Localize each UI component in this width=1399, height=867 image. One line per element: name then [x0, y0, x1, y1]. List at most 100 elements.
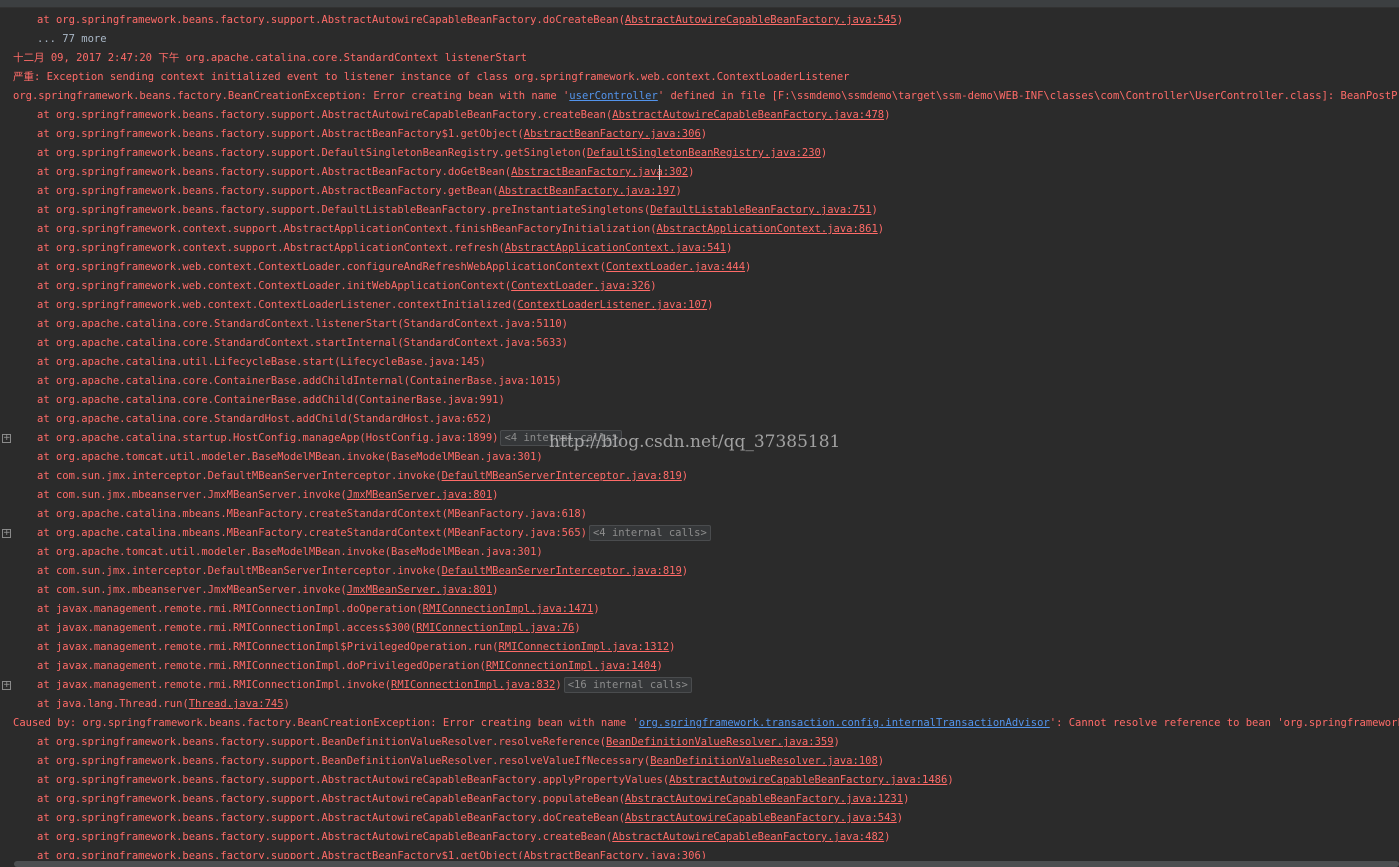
source-file-link[interactable]: AbstractAutowireCapableBeanFactory.java:… — [625, 793, 903, 805]
horizontal-scrollbar-thumb[interactable] — [14, 861, 1399, 867]
console-line: at org.apache.tomcat.util.modeler.BaseMo… — [0, 543, 1399, 562]
source-file-link[interactable]: JmxMBeanServer.java:801 — [347, 584, 492, 596]
console-line-text: at org.springframework.beans.factory.sup… — [37, 128, 524, 140]
console-line-text: at org.apache.catalina.mbeans.MBeanFacto… — [37, 508, 587, 520]
console-line-suffix: ) — [283, 698, 290, 710]
console-line-suffix: ) — [688, 166, 695, 178]
console-line-text: at org.springframework.web.context.Conte… — [37, 261, 606, 273]
console-line-suffix: ) — [669, 641, 676, 653]
console-line: at org.apache.catalina.core.StandardCont… — [0, 315, 1399, 334]
console-line: at org.apache.catalina.core.ContainerBas… — [0, 391, 1399, 410]
console-line: at com.sun.jmx.mbeanserver.JmxMBeanServe… — [0, 486, 1399, 505]
console-line-text: at com.sun.jmx.mbeanserver.JmxMBeanServe… — [37, 489, 347, 501]
source-file-link[interactable]: RMIConnectionImpl.java:1312 — [498, 641, 669, 653]
console-line-text: at org.springframework.beans.factory.sup… — [37, 755, 651, 767]
console-line-suffix: ' defined in file [F:\ssmdemo\ssmdemo\ta… — [657, 90, 1399, 102]
source-file-link[interactable]: AbstractAutowireCapableBeanFactory.java:… — [625, 14, 897, 26]
source-file-link[interactable]: AbstractBeanFactory.java:306 — [524, 128, 701, 140]
console-line: org.springframework.beans.factory.BeanCr… — [0, 87, 1399, 106]
console-line-suffix: ) — [650, 280, 657, 292]
console-line: at com.sun.jmx.interceptor.DefaultMBeanS… — [0, 562, 1399, 581]
source-file-link[interactable]: BeanDefinitionValueResolver.java:108 — [650, 755, 878, 767]
console-line: at javax.management.remote.rmi.RMIConnec… — [0, 619, 1399, 638]
console-line-suffix: ) — [884, 109, 891, 121]
console-line-text: at org.springframework.beans.factory.sup… — [37, 185, 499, 197]
console-line: at javax.management.remote.rmi.RMIConnec… — [0, 676, 1399, 695]
folded-internal-calls[interactable]: <4 internal calls> — [500, 430, 623, 446]
console-line-text: at org.apache.tomcat.util.modeler.BaseMo… — [37, 546, 543, 558]
editor-top-bar — [0, 0, 1399, 8]
console-line-suffix: ) — [896, 812, 904, 824]
console-line-text: at javax.management.remote.rmi.RMIConnec… — [37, 622, 417, 634]
console-line-text: at org.apache.catalina.core.StandardCont… — [37, 318, 569, 330]
console-line-suffix: ) — [555, 679, 562, 691]
source-file-link[interactable]: DefaultListableBeanFactory.java:751 — [650, 204, 871, 216]
source-file-link[interactable]: RMIConnectionImpl.java:76 — [416, 622, 574, 634]
console-line-text: at org.apache.catalina.core.ContainerBas… — [37, 394, 505, 406]
console-line-text: at org.springframework.beans.factory.sup… — [37, 736, 606, 748]
console-line-text: at org.springframework.context.support.A… — [37, 223, 657, 235]
source-file-link[interactable]: Thread.java:745 — [189, 698, 284, 710]
source-file-link[interactable]: ContextLoader.java:326 — [511, 280, 650, 292]
console-line-suffix: ) — [820, 147, 828, 159]
console-line: at org.springframework.context.support.A… — [0, 220, 1399, 239]
console-line-text: at org.springframework.beans.factory.sup… — [37, 14, 625, 26]
console-line-text: at javax.management.remote.rmi.RMIConnec… — [37, 603, 423, 615]
source-file-link[interactable]: AbstractAutowireCapableBeanFactory.java:… — [612, 109, 884, 121]
console-line-suffix: ) — [877, 223, 885, 235]
source-file-link[interactable]: JmxMBeanServer.java:801 — [347, 489, 492, 501]
source-file-link[interactable]: RMIConnectionImpl.java:1404 — [486, 660, 657, 672]
console-line: at org.apache.tomcat.util.modeler.BaseMo… — [0, 448, 1399, 467]
console-line-text: at com.sun.jmx.interceptor.DefaultMBeanS… — [37, 565, 442, 577]
console-line: at org.apache.catalina.core.StandardCont… — [0, 334, 1399, 353]
source-file-link[interactable]: AbstractApplicationContext.java:541 — [505, 242, 726, 254]
source-file-link[interactable]: BeanDefinitionValueResolver.java:359 — [606, 736, 834, 748]
console-line: at org.springframework.beans.factory.sup… — [0, 790, 1399, 809]
folded-internal-calls[interactable]: <16 internal calls> — [563, 677, 692, 693]
console-line: at org.springframework.beans.factory.sup… — [0, 771, 1399, 790]
console-line-text: at org.springframework.beans.factory.sup… — [37, 774, 670, 786]
source-file-link[interactable]: RMIConnectionImpl.java:1471 — [423, 603, 594, 615]
source-file-link[interactable]: AbstractBeanFactory.java:197 — [498, 185, 675, 197]
console-line: at org.springframework.beans.factory.sup… — [0, 11, 1399, 30]
console-line-suffix: ) — [745, 261, 752, 273]
source-file-link[interactable]: AbstractApplicationContext.java:861 — [657, 223, 878, 235]
console-line: at java.lang.Thread.run(Thread.java:745) — [0, 695, 1399, 714]
source-file-link[interactable]: AbstractAutowireCapableBeanFactory.java:… — [669, 774, 947, 786]
folded-internal-calls[interactable]: <4 internal calls> — [588, 525, 711, 541]
console-line-text: at org.springframework.beans.factory.sup… — [37, 812, 625, 824]
source-file-link[interactable]: DefaultSingletonBeanRegistry.java:230 — [587, 147, 821, 159]
console-line: at org.apache.catalina.core.ContainerBas… — [0, 372, 1399, 391]
bean-name-link[interactable]: userController — [569, 90, 658, 102]
console-line: at org.springframework.beans.factory.sup… — [0, 144, 1399, 163]
console-line-suffix: ) — [700, 128, 708, 140]
console-line: at org.springframework.beans.factory.sup… — [0, 182, 1399, 201]
source-file-link[interactable]: RMIConnectionImpl.java:832 — [391, 679, 555, 691]
console-line-suffix: ) — [833, 736, 840, 748]
console-line-text: at java.lang.Thread.run( — [37, 698, 189, 710]
console-output[interactable]: at org.springframework.beans.factory.sup… — [0, 11, 1399, 866]
console-line: at javax.management.remote.rmi.RMIConnec… — [0, 638, 1399, 657]
console-line: at org.springframework.beans.factory.sup… — [0, 163, 1399, 182]
console-line-text: at com.sun.jmx.mbeanserver.JmxMBeanServe… — [37, 584, 347, 596]
console-line-suffix: ) — [492, 584, 499, 596]
console-line-text: at javax.management.remote.rmi.RMIConnec… — [37, 641, 499, 653]
source-file-link[interactable]: ContextLoaderListener.java:107 — [517, 299, 707, 311]
console-line-text: at javax.management.remote.rmi.RMIConnec… — [37, 679, 392, 691]
console-line-suffix: ) — [656, 660, 663, 672]
source-file-link[interactable]: AbstractBeanFactory.java:302 — [511, 166, 688, 178]
console-line-text: 十二月 09, 2017 2:47:20 下午 org.apache.catal… — [13, 52, 527, 64]
source-file-link[interactable]: AbstractAutowireCapableBeanFactory.java:… — [625, 812, 897, 824]
console-line-text: Caused by: org.springframework.beans.fac… — [13, 717, 639, 729]
console-line-suffix: ) — [681, 470, 689, 482]
source-file-link[interactable]: AbstractAutowireCapableBeanFactory.java:… — [612, 831, 884, 843]
source-file-link[interactable]: DefaultMBeanServerInterceptor.java:819 — [442, 565, 682, 577]
console-line-suffix: ) — [574, 622, 581, 634]
source-file-link[interactable]: ContextLoader.java:444 — [606, 261, 745, 273]
source-file-link[interactable]: DefaultMBeanServerInterceptor.java:819 — [442, 470, 682, 482]
console-line: Caused by: org.springframework.beans.fac… — [0, 714, 1399, 733]
console-line-text: at org.springframework.web.context.Conte… — [37, 299, 518, 311]
bean-name-link[interactable]: org.springframework.transaction.config.i… — [639, 717, 1050, 729]
console-line: 十二月 09, 2017 2:47:20 下午 org.apache.catal… — [0, 49, 1399, 68]
console-line-suffix: ) — [903, 793, 910, 805]
